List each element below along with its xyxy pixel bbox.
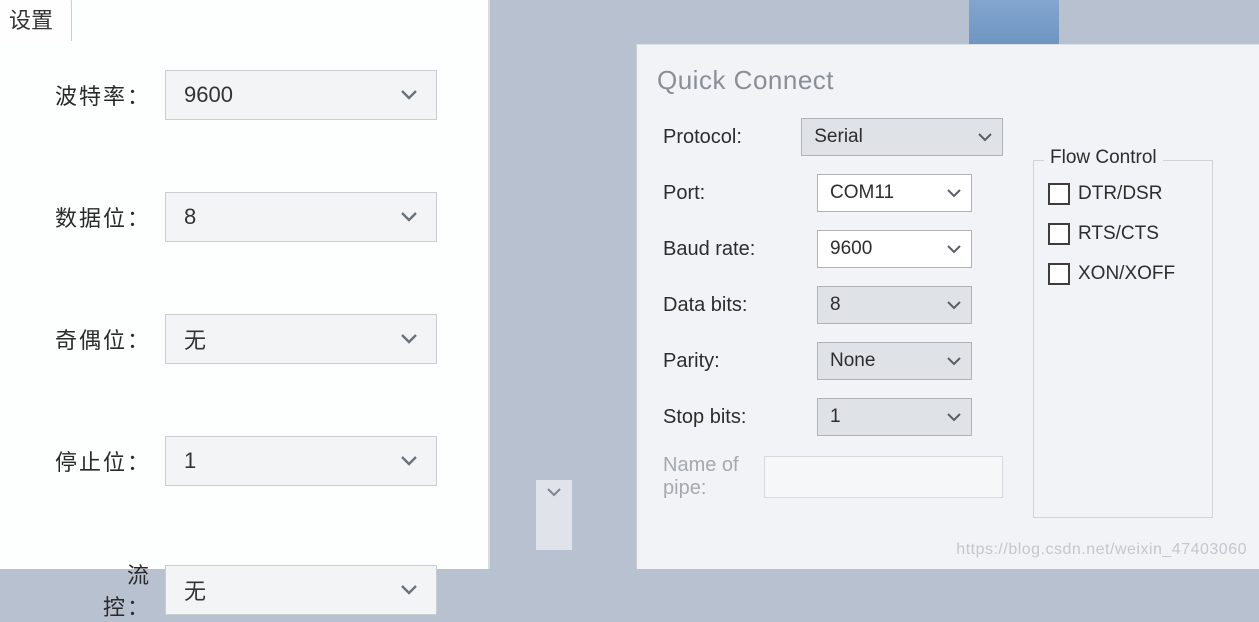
select-parity[interactable]: None <box>817 342 972 380</box>
checkbox-dtr-dsr[interactable] <box>1048 183 1070 205</box>
dialog-form-column: Protocol: Serial Port: COM11 Baud rate: … <box>663 118 1003 518</box>
flow-control-legend: Flow Control <box>1044 147 1163 169</box>
input-pipe-name <box>764 456 1003 498</box>
select-protocol[interactable]: Serial <box>801 118 1003 156</box>
select-stop-bits[interactable]: 1 <box>165 436 437 486</box>
field-row-parity: Parity: None <box>663 342 1003 380</box>
select-data-bits[interactable]: 8 <box>165 192 437 242</box>
field-row-parity: 奇偶位： 无 <box>55 314 488 364</box>
chevron-down-icon <box>547 488 561 497</box>
settings-form: 波特率： 9600 数据位： 8 奇偶位： 无 停止位： 1 <box>0 0 488 622</box>
select-value: 8 <box>184 204 196 230</box>
checkbox-row-rts-cts[interactable]: RTS/CTS <box>1048 223 1198 245</box>
field-row-baud-rate: 波特率： 9600 <box>55 70 488 120</box>
select-value: 8 <box>830 294 841 316</box>
flow-control-group: Flow Control DTR/DSR RTS/CTS XON/XOFF <box>1033 160 1213 518</box>
select-baud-rate[interactable]: 9600 <box>817 230 972 268</box>
field-row-stop-bits: Stop bits: 1 <box>663 398 1003 436</box>
label-baud-rate: Baud rate: <box>663 238 817 261</box>
label-parity: Parity: <box>663 350 817 373</box>
chevron-down-icon <box>947 357 961 366</box>
chevron-down-icon <box>978 133 992 142</box>
checkbox-label: RTS/CTS <box>1078 223 1159 245</box>
chevron-down-icon <box>400 455 418 467</box>
select-value: 1 <box>830 406 841 428</box>
field-row-baud-rate: Baud rate: 9600 <box>663 230 1003 268</box>
chevron-down-icon <box>947 245 961 254</box>
label-parity: 奇偶位： <box>55 323 165 355</box>
checkbox-row-dtr-dsr[interactable]: DTR/DSR <box>1048 183 1198 205</box>
field-row-flow-control: 流控： 无 <box>55 558 488 622</box>
select-flow-control[interactable]: 无 <box>165 565 437 615</box>
checkbox-rts-cts[interactable] <box>1048 223 1070 245</box>
select-value: 9600 <box>830 238 872 260</box>
field-row-port: Port: COM11 <box>663 174 1003 212</box>
select-value: COM11 <box>830 182 894 204</box>
label-data-bits: Data bits: <box>663 294 817 317</box>
chevron-down-icon <box>947 413 961 422</box>
label-stop-bits: 停止位： <box>55 445 165 477</box>
select-value: 9600 <box>184 82 233 108</box>
label-port: Port: <box>663 182 817 205</box>
select-value: Serial <box>814 126 863 148</box>
background-3d-icon <box>969 0 1059 50</box>
chevron-down-icon <box>400 211 418 223</box>
chevron-down-icon <box>947 301 961 310</box>
field-row-stop-bits: 停止位： 1 <box>55 436 488 486</box>
field-row-data-bits: Data bits: 8 <box>663 286 1003 324</box>
chevron-down-icon <box>400 333 418 345</box>
quick-connect-dialog: Quick Connect Protocol: Serial Port: COM… <box>636 44 1259 569</box>
select-parity[interactable]: 无 <box>165 314 437 364</box>
select-value: 无 <box>184 323 206 355</box>
chevron-down-icon <box>400 584 418 596</box>
label-flow-control: 流控： <box>95 558 165 622</box>
watermark: https://blog.csdn.net/weixin_47403060 <box>956 541 1247 559</box>
label-protocol: Protocol: <box>663 126 801 149</box>
checkbox-label: DTR/DSR <box>1078 183 1162 205</box>
label-stop-bits: Stop bits: <box>663 406 817 429</box>
chevron-down-icon <box>400 89 418 101</box>
label-data-bits: 数据位： <box>55 201 165 233</box>
dialog-title: Quick Connect <box>637 45 1259 118</box>
settings-panel: 设置 波特率： 9600 数据位： 8 奇偶位： 无 停止位： <box>0 0 490 569</box>
select-value: 1 <box>184 448 196 474</box>
select-stop-bits[interactable]: 1 <box>817 398 972 436</box>
select-value: 无 <box>184 574 206 606</box>
checkbox-label: XON/XOFF <box>1078 263 1175 285</box>
field-row-pipe-name: Name of pipe: <box>663 454 1003 500</box>
select-data-bits[interactable]: 8 <box>817 286 972 324</box>
label-baud-rate: 波特率： <box>55 79 165 111</box>
select-value: None <box>830 350 875 372</box>
checkbox-row-xon-xoff[interactable]: XON/XOFF <box>1048 263 1198 285</box>
settings-tab[interactable]: 设置 <box>0 0 72 41</box>
label-pipe-name: Name of pipe: <box>663 454 764 500</box>
dialog-body: Protocol: Serial Port: COM11 Baud rate: … <box>637 118 1259 518</box>
field-row-protocol: Protocol: Serial <box>663 118 1003 156</box>
chevron-down-icon <box>947 189 961 198</box>
select-port[interactable]: COM11 <box>817 174 972 212</box>
select-baud-rate[interactable]: 9600 <box>165 70 437 120</box>
checkbox-xon-xoff[interactable] <box>1048 263 1070 285</box>
background-scrollbar <box>536 480 572 550</box>
field-row-data-bits: 数据位： 8 <box>55 192 488 242</box>
